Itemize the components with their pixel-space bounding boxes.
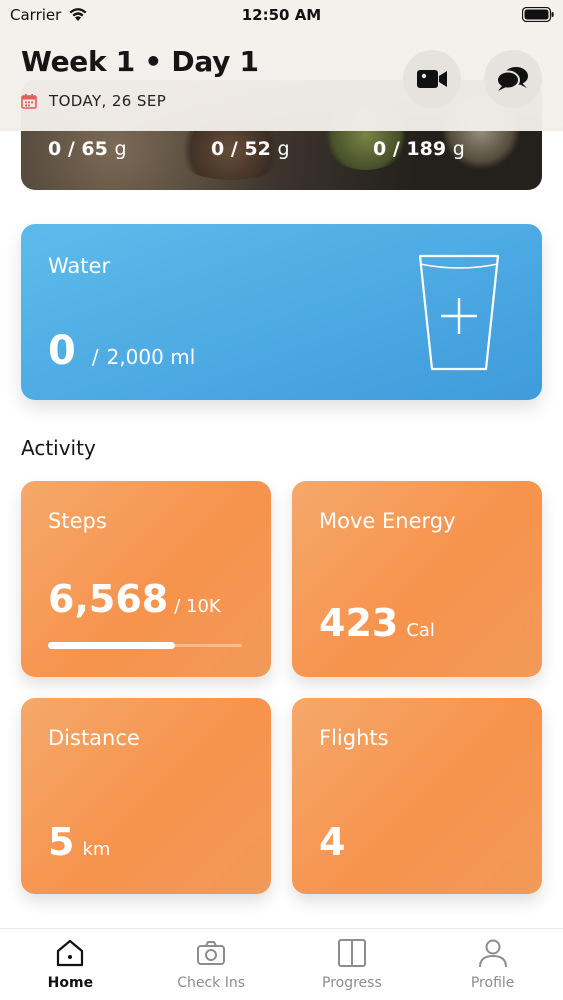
home-icon xyxy=(57,939,84,967)
move-energy-unit: Cal xyxy=(406,620,435,641)
page-title: Week 1 • Day 1 xyxy=(21,45,259,78)
steps-label: Steps xyxy=(48,509,107,533)
date-row: TODAY, 26 SEP xyxy=(21,92,166,110)
distance-label: Distance xyxy=(48,726,140,750)
macro-value: 0 / 52 xyxy=(211,138,271,160)
macro-values-row: 0 / 65 g 0 / 52 g 0 / 189 g xyxy=(0,138,563,168)
flights-value-row: 4 xyxy=(319,820,345,864)
steps-progress-fill xyxy=(48,642,176,649)
date-label: TODAY, 26 SEP xyxy=(49,92,167,110)
video-call-button[interactable] xyxy=(403,50,461,108)
distance-value: 5 xyxy=(48,820,75,864)
tab-progress-label: Progress xyxy=(322,975,382,991)
steps-progress-bar xyxy=(48,642,242,649)
tab-check-ins[interactable]: Check Ins xyxy=(141,929,282,1000)
move-energy-value: 423 xyxy=(319,601,399,645)
video-camera-icon xyxy=(417,70,447,88)
move-energy-label: Move Energy xyxy=(319,509,456,533)
distance-value-row: 5 km xyxy=(48,820,110,864)
chat-button[interactable] xyxy=(484,50,542,108)
tab-home[interactable]: Home xyxy=(0,929,141,1000)
flights-label: Flights xyxy=(319,726,389,750)
flights-card[interactable]: Flights 4 xyxy=(292,698,542,894)
battery-icon xyxy=(522,7,554,22)
tab-home-label: Home xyxy=(47,975,94,991)
camera-icon xyxy=(197,941,226,965)
water-current-value: 0 xyxy=(48,328,76,374)
macro-value: 0 / 65 xyxy=(48,138,108,160)
status-bar: Carrier 12:50 AM xyxy=(0,0,563,30)
water-title: Water xyxy=(48,254,111,278)
water-separator: / xyxy=(91,345,99,369)
water-amount: 0 / 2,000 ml xyxy=(48,328,195,374)
move-energy-card[interactable]: Move Energy 423 Cal xyxy=(292,481,542,677)
steps-card[interactable]: Steps 6,568 / 10K xyxy=(21,481,271,677)
progress-book-icon xyxy=(337,939,366,967)
tab-check-ins-label: Check Ins xyxy=(177,975,246,991)
macro-unit: g xyxy=(114,138,127,160)
calendar-icon xyxy=(21,94,37,109)
chat-bubbles-icon xyxy=(496,67,528,91)
water-card[interactable]: Water 0 / 2,000 ml xyxy=(21,224,542,400)
macro-fat: 0 / 52 g xyxy=(211,138,290,160)
steps-value: 6,568 xyxy=(48,577,169,621)
macro-unit: g xyxy=(452,138,465,160)
activity-section-title: Activity xyxy=(21,436,96,460)
macro-value: 0 / 189 xyxy=(373,138,447,160)
macro-unit: g xyxy=(277,138,290,160)
distance-unit: km xyxy=(82,839,111,860)
profile-icon xyxy=(478,939,507,968)
tab-profile[interactable]: Profile xyxy=(422,929,563,1000)
tab-progress[interactable]: Progress xyxy=(282,929,423,1000)
move-energy-value-row: 423 Cal xyxy=(319,601,435,645)
water-goal-value: 2,000 ml xyxy=(106,345,196,369)
clock-time: 12:50 AM xyxy=(241,6,322,24)
steps-goal: / 10K xyxy=(174,596,221,617)
bottom-tab-bar: Home Check Ins Progress Profile xyxy=(0,928,563,1000)
macro-protein: 0 / 65 g xyxy=(48,138,127,160)
distance-card[interactable]: Distance 5 km xyxy=(21,698,271,894)
add-water-glass-icon[interactable] xyxy=(414,250,504,375)
steps-value-row: 6,568 / 10K xyxy=(48,577,221,621)
flights-value: 4 xyxy=(319,820,346,864)
tab-profile-label: Profile xyxy=(470,975,515,991)
macro-carbs: 0 / 189 g xyxy=(373,138,465,160)
